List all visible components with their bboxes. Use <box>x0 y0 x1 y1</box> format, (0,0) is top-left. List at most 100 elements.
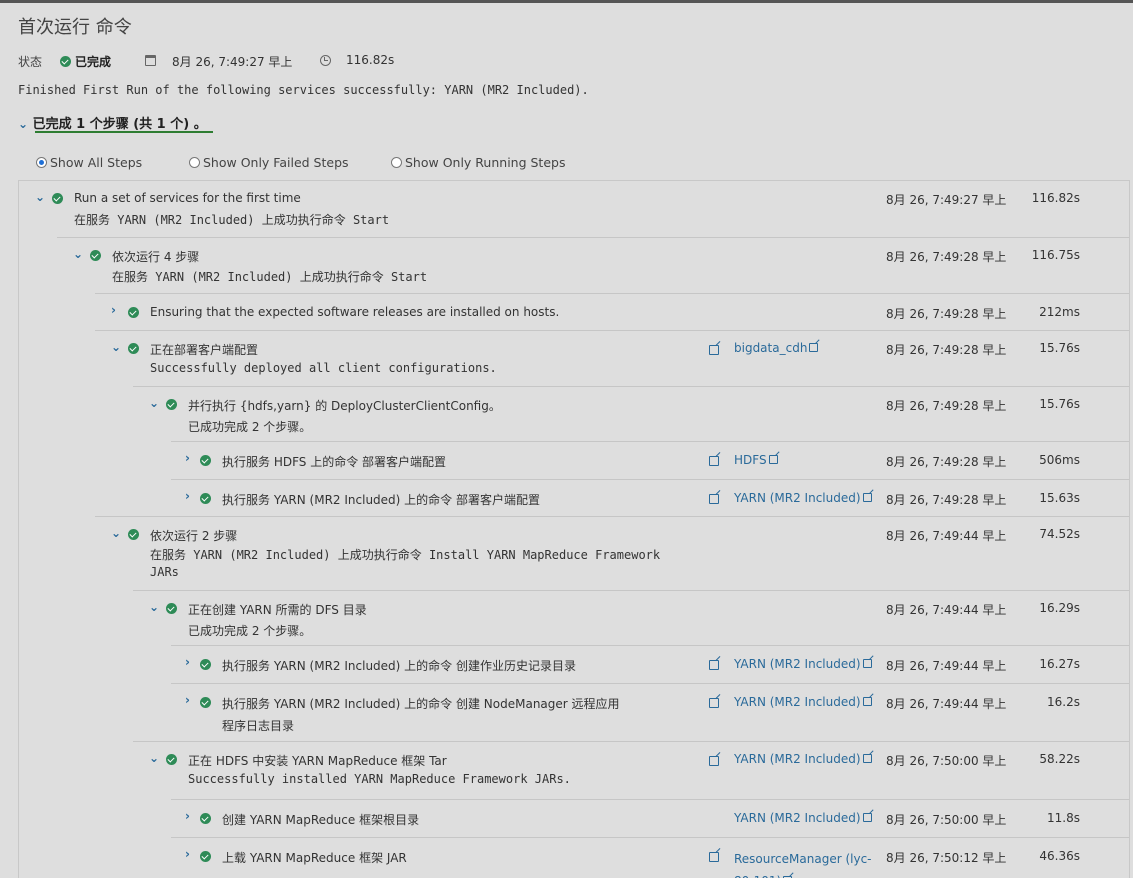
cluster-link[interactable]: bigdata_cdh <box>734 341 819 355</box>
start-date: 8月 26, 7:49:27 早上 <box>172 55 293 69</box>
step-row[interactable]: › 执行服务 YARN (MR2 Included) 上的命令 创建作业历史记录… <box>171 645 1129 683</box>
step-name: 正在 HDFS 中安装 YARN MapReduce 框架 Tar <box>188 754 447 768</box>
step-message: 在服务 YARN (MR2 Included) 上成功执行命令 Start <box>112 270 428 284</box>
step-message: 已成功完成 2 个步骤。 <box>188 624 312 638</box>
step-row[interactable]: › 上载 YARN MapReduce 框架 JAR ResourceManag… <box>171 837 1129 878</box>
success-icon <box>166 754 177 765</box>
step-row[interactable]: ⌄ Run a set of services for the first ti… <box>19 181 1129 237</box>
step-row[interactable]: ⌄ 正在 HDFS 中安装 YARN MapReduce 框架 Tar Succ… <box>133 741 1129 799</box>
step-time: 8月 26, 7:49:28 早上 <box>886 493 1007 507</box>
step-time: 8月 26, 7:50:00 早上 <box>886 754 1007 768</box>
step-duration: 506ms <box>1039 453 1080 467</box>
step-name: 执行服务 HDFS 上的命令 部署客户端配置 <box>222 455 447 469</box>
service-link[interactable]: YARN (MR2 Included) <box>734 752 872 766</box>
success-icon <box>128 307 139 318</box>
filter-show-all[interactable]: Show All Steps <box>36 155 142 170</box>
chevron-down-icon: ⌄ <box>18 117 29 131</box>
success-icon <box>60 56 71 67</box>
step-row[interactable]: › 执行服务 HDFS 上的命令 部署客户端配置 HDFS 8月 26, 7:4… <box>171 441 1129 479</box>
step-time: 8月 26, 7:49:44 早上 <box>886 529 1007 543</box>
step-name: 执行服务 YARN (MR2 Included) 上的命令 部署客户端配置 <box>222 493 540 507</box>
success-icon <box>200 659 211 670</box>
step-time: 8月 26, 7:49:44 早上 <box>886 659 1007 673</box>
external-link-icon[interactable] <box>709 456 719 466</box>
step-row[interactable]: ⌄ 正在创建 YARN 所需的 DFS 目录 已成功完成 2 个步骤。 8月 2… <box>133 590 1129 645</box>
step-row[interactable]: › 执行服务 YARN (MR2 Included) 上的命令 部署客户端配置 … <box>171 479 1129 516</box>
clock-icon <box>320 55 331 66</box>
step-message: Successfully deployed all client configu… <box>150 361 497 375</box>
step-duration: 116.75s <box>1031 248 1080 262</box>
step-name: 上载 YARN MapReduce 框架 JAR <box>222 851 407 865</box>
step-time: 8月 26, 7:49:44 早上 <box>886 697 1007 711</box>
step-time: 8月 26, 7:49:27 早上 <box>886 193 1007 207</box>
filter-show-failed[interactable]: Show Only Failed Steps <box>189 155 349 170</box>
page-title: 首次运行 命令 <box>18 17 132 38</box>
external-link-icon <box>862 697 872 706</box>
step-message: 已成功完成 2 个步骤。 <box>188 420 312 434</box>
step-row[interactable]: ⌄ 正在部署客户端配置 Successfully deployed all cl… <box>95 330 1129 386</box>
step-duration: 58.22s <box>1039 752 1080 766</box>
service-link[interactable]: YARN (MR2 Included) <box>734 695 872 709</box>
step-row[interactable]: › Ensuring that the expected software re… <box>95 293 1129 330</box>
steps-summary-text: 已完成 1 个步骤 (共 1 个) 。 <box>32 117 207 132</box>
step-message: 在服务 YARN (MR2 Included) 上成功执行命令 Install … <box>150 548 661 579</box>
chevron-right-icon[interactable]: › <box>185 693 190 707</box>
step-row[interactable]: ⌄ 依次运行 4 步骤 在服务 YARN (MR2 Included) 上成功执… <box>57 237 1129 293</box>
step-row[interactable]: › 创建 YARN MapReduce 框架根目录 YARN (MR2 Incl… <box>171 799 1129 837</box>
step-row[interactable]: ⌄ 并行执行 {hdfs,yarn} 的 DeployClusterClient… <box>133 386 1129 441</box>
steps-table: ⌄ Run a set of services for the first ti… <box>18 180 1130 878</box>
status-label: 状态 <box>18 55 43 69</box>
finished-message: Finished First Run of the following serv… <box>18 83 589 97</box>
chevron-right-icon[interactable]: › <box>185 809 190 823</box>
chevron-right-icon[interactable]: › <box>111 303 116 317</box>
filter-show-running[interactable]: Show Only Running Steps <box>391 155 565 170</box>
step-name: 正在创建 YARN 所需的 DFS 目录 <box>188 603 367 617</box>
step-duration: 16.2s <box>1047 695 1080 709</box>
chevron-down-icon[interactable]: ⌄ <box>111 526 121 540</box>
step-time: 8月 26, 7:49:28 早上 <box>886 343 1007 357</box>
step-name: Run a set of services for the first time <box>74 191 301 205</box>
step-duration: 16.27s <box>1039 657 1080 671</box>
status-value: 已完成 <box>60 53 111 70</box>
external-link-icon[interactable] <box>709 852 719 862</box>
chevron-right-icon[interactable]: › <box>185 489 190 503</box>
step-row[interactable]: ⌄ 依次运行 2 步骤 在服务 YARN (MR2 Included) 上成功执… <box>95 516 1129 590</box>
step-duration: 74.52s <box>1039 527 1080 541</box>
external-link-icon[interactable] <box>709 345 719 355</box>
external-link-icon[interactable] <box>709 756 719 766</box>
success-icon <box>166 603 177 614</box>
service-link[interactable]: HDFS <box>734 453 778 467</box>
chevron-right-icon[interactable]: › <box>185 847 190 861</box>
service-link[interactable]: YARN (MR2 Included) <box>734 657 872 671</box>
success-icon <box>200 851 211 862</box>
chevron-down-icon[interactable]: ⌄ <box>149 600 159 614</box>
external-link-icon[interactable] <box>709 660 719 670</box>
success-icon <box>128 529 139 540</box>
role-link[interactable]: ResourceManager (lyc-80-101) <box>734 848 874 878</box>
chevron-down-icon[interactable]: ⌄ <box>73 247 83 261</box>
step-row[interactable]: › 执行服务 YARN (MR2 Included) 上的命令 创建 NodeM… <box>171 683 1129 741</box>
external-link-icon <box>862 493 872 502</box>
chevron-down-icon[interactable]: ⌄ <box>35 190 45 204</box>
steps-summary-underline <box>35 131 213 133</box>
external-link-icon <box>809 343 819 352</box>
chevron-right-icon[interactable]: › <box>185 655 190 669</box>
status-text: 已完成 <box>75 55 112 69</box>
step-duration: 16.29s <box>1039 601 1080 615</box>
service-link[interactable]: YARN (MR2 Included) <box>734 491 872 505</box>
external-link-icon <box>862 754 872 763</box>
chevron-down-icon[interactable]: ⌄ <box>149 751 159 765</box>
step-time: 8月 26, 7:49:44 早上 <box>886 603 1007 617</box>
service-link[interactable]: YARN (MR2 Included) <box>734 811 872 825</box>
chevron-down-icon[interactable]: ⌄ <box>111 340 121 354</box>
success-icon <box>90 250 101 261</box>
external-link-icon[interactable] <box>709 698 719 708</box>
chevron-right-icon[interactable]: › <box>185 451 190 465</box>
success-icon <box>200 813 211 824</box>
total-duration: 116.82s <box>346 53 395 67</box>
steps-summary-toggle[interactable]: ⌄ 已完成 1 个步骤 (共 1 个) 。 <box>18 113 207 132</box>
success-icon <box>52 193 63 204</box>
external-link-icon[interactable] <box>709 494 719 504</box>
chevron-down-icon[interactable]: ⌄ <box>149 396 159 410</box>
success-icon <box>166 399 177 410</box>
